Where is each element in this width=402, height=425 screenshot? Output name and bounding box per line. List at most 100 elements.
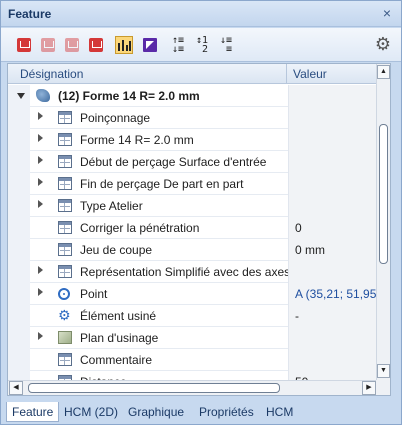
sort-az-icon[interactable]: ↑≡ ↓≡ — [169, 36, 187, 55]
column-header-designation[interactable]: Désignation — [20, 67, 83, 81]
scroll-up-button[interactable]: ▲ — [377, 65, 390, 79]
horizontal-scroll-thumb[interactable] — [28, 383, 280, 393]
sort-12-icon[interactable]: ↕1 2 — [193, 36, 211, 55]
row-gutter — [8, 151, 30, 173]
panel-title: Feature — [8, 7, 52, 21]
row-value-cell[interactable]: - — [288, 305, 378, 327]
row-gutter — [8, 327, 30, 349]
bar-chart-icon[interactable] — [115, 36, 133, 54]
horizontal-scrollbar[interactable]: ◀ ▶ — [8, 380, 378, 395]
row-label: Type Atelier — [80, 199, 143, 213]
row-value: - — [295, 309, 299, 323]
row-label: Plan d'usinage — [80, 331, 159, 345]
bottom-tabs: Feature HCM (2D) Graphique Propriétés HC… — [1, 398, 401, 424]
collapse-arrow-icon[interactable] — [17, 93, 25, 99]
feature-red-plus-icon[interactable] — [87, 36, 105, 54]
table-icon — [58, 221, 72, 234]
row-gutter — [8, 261, 30, 283]
table-icon — [58, 243, 72, 256]
table-icon — [58, 111, 72, 124]
tab-graphique[interactable]: Graphique — [123, 402, 189, 422]
row-gutter — [8, 173, 30, 195]
row-label: Élément usiné — [80, 309, 157, 323]
row-value: 0 mm — [295, 243, 325, 257]
row-gutter — [8, 305, 30, 327]
row-value-cell[interactable]: A (35,21; 51,95; 0 — [288, 283, 378, 305]
scroll-right-button[interactable]: ▶ — [362, 381, 376, 395]
close-icon[interactable]: × — [380, 5, 394, 21]
row-gutter — [8, 107, 30, 129]
feature-red-icon[interactable] — [15, 36, 33, 54]
sort-down-icon[interactable]: ↓≡ ≡ — [217, 36, 235, 55]
cube-icon — [58, 331, 72, 344]
table-row[interactable]: Fin de perçage De part en part — [8, 173, 378, 195]
row-gutter — [8, 217, 30, 239]
feature-icon — [36, 89, 50, 102]
table-row[interactable]: Type Atelier — [8, 195, 378, 217]
gear-blue-icon: ⚙ — [58, 307, 71, 323]
column-header-valeur[interactable]: Valeur — [293, 67, 327, 81]
row-gutter — [8, 239, 30, 261]
row-gutter — [8, 283, 30, 305]
scroll-left-button[interactable]: ◀ — [9, 381, 23, 395]
expand-arrow-icon[interactable] — [38, 112, 43, 120]
row-value-cell[interactable] — [288, 327, 378, 349]
expand-arrow-icon[interactable] — [38, 134, 43, 142]
table-row[interactable]: Représentation Simplifié avec des axes — [8, 261, 378, 283]
row-value-cell[interactable] — [288, 151, 378, 173]
tab-hcm-2d[interactable]: HCM (2D) — [59, 402, 123, 422]
expand-arrow-icon[interactable] — [38, 288, 43, 296]
gear-icon[interactable]: ⚙ — [375, 35, 391, 53]
row-gutter — [8, 129, 30, 151]
grid-header: Désignation Valeur — [8, 64, 378, 84]
table-icon — [58, 353, 72, 366]
table-row[interactable]: (12) Forme 14 R= 2.0 mm — [8, 85, 378, 107]
tab-proprietes[interactable]: Propriétés — [194, 402, 259, 422]
expand-arrow-icon[interactable] — [38, 332, 43, 340]
row-label: Forme 14 R= 2.0 mm — [80, 133, 194, 147]
row-label: Jeu de coupe — [80, 243, 153, 257]
expand-arrow-icon[interactable] — [38, 156, 43, 164]
table-row[interactable]: Forme 14 R= 2.0 mm — [8, 129, 378, 151]
table-row[interactable]: Corriger la pénétration 0 — [8, 217, 378, 239]
title-bar: Feature × — [1, 1, 401, 27]
table-row[interactable]: Commentaire — [8, 349, 378, 371]
expand-arrow-icon[interactable] — [38, 178, 43, 186]
table-row[interactable]: Point A (35,21; 51,95; 0 — [8, 283, 378, 305]
row-value-cell[interactable] — [288, 129, 378, 151]
row-value-cell[interactable] — [288, 261, 378, 283]
row-value-cell[interactable] — [288, 173, 378, 195]
row-value-cell[interactable] — [288, 195, 378, 217]
row-value-cell[interactable] — [288, 349, 378, 371]
table-row[interactable]: ⚙ Élément usiné - — [8, 305, 378, 327]
row-label: (12) Forme 14 R= 2.0 mm — [58, 89, 200, 103]
feature-red-faded-icon[interactable] — [39, 36, 57, 54]
table-row[interactable]: Jeu de coupe 0 mm — [8, 239, 378, 261]
scroll-down-button[interactable]: ▼ — [377, 364, 390, 378]
tab-feature[interactable]: Feature — [6, 402, 60, 422]
feature-red-faded-icon[interactable] — [63, 36, 81, 54]
row-value: 0 — [295, 221, 302, 235]
expand-arrow-icon[interactable] — [38, 266, 43, 274]
scroll-corner — [376, 380, 390, 395]
row-label: Fin de perçage De part en part — [80, 177, 244, 191]
row-value-cell[interactable]: 0 — [288, 217, 378, 239]
table-row[interactable]: Début de perçage Surface d'entrée — [8, 151, 378, 173]
table-icon — [58, 155, 72, 168]
vertical-scrollbar[interactable]: ▲ ▼ — [376, 64, 390, 382]
tab-hcm[interactable]: HCM — [261, 402, 298, 422]
table-row[interactable]: Poinçonnage — [8, 107, 378, 129]
column-separator — [286, 64, 287, 84]
vertical-scroll-thumb[interactable] — [379, 124, 388, 264]
table-icon — [58, 177, 72, 190]
toolbar: ↑≡ ↓≡ ↕1 2 ↓≡ ≡ ⚙ — [1, 28, 401, 62]
row-value-cell[interactable]: 0 mm — [288, 239, 378, 261]
table-row[interactable]: Plan d'usinage — [8, 327, 378, 349]
feature-panel: Feature × ↑≡ ↓≡ ↕1 2 ↓≡ ≡ ⚙ Désignation V… — [0, 0, 402, 425]
select-arrow-icon[interactable] — [141, 36, 159, 54]
expand-arrow-icon[interactable] — [38, 200, 43, 208]
row-value-cell[interactable] — [288, 107, 378, 129]
grid-rows: (12) Forme 14 R= 2.0 mm Poinçonnage Forme … — [8, 85, 378, 381]
row-value-cell[interactable] — [288, 85, 378, 107]
row-label: Point — [80, 287, 108, 301]
